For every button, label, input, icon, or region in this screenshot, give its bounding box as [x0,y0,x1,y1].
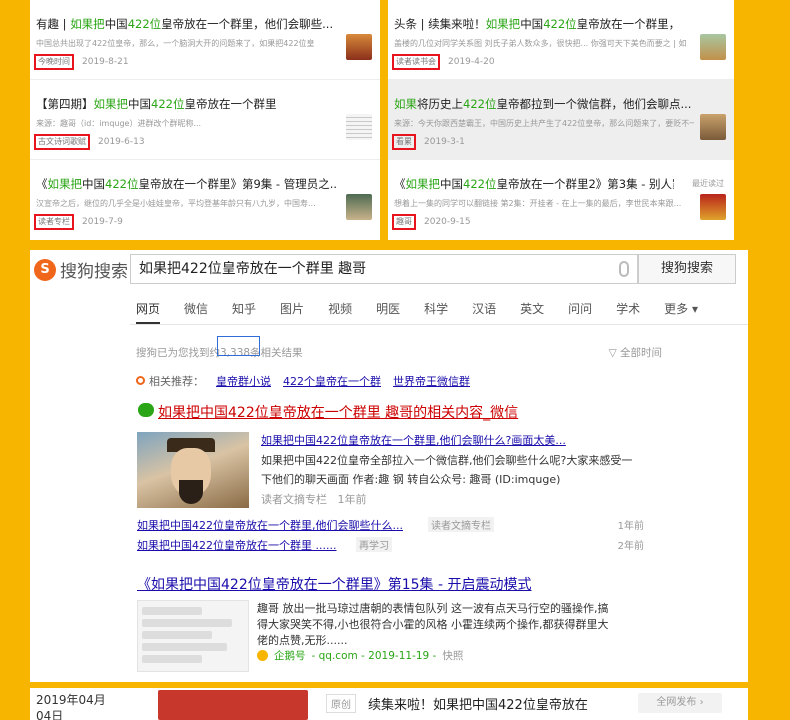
result-sub-title[interactable]: 如果把中国422位皇帝放在一个群里,他们会聊什么?画面太美... [261,432,566,448]
search-icon [136,376,145,385]
article-title[interactable]: 《如果把中国422位皇帝放在一个群里2》第3集 - 别人家... [394,176,674,192]
tab-chinese[interactable]: 汉语 [472,300,496,317]
sub-result-link[interactable]: 如果把中国422位皇帝放在一个群里,他们会聊些什么... [137,517,403,533]
article-desc: 中国总共出现了422位皇帝，那么，一个脑洞大开的问题来了，如果把422位皇 [36,39,315,48]
article-title[interactable]: 续集来啦！如果把中国422位皇帝放在 [368,694,588,713]
article-date: 2019-6-13 [98,137,145,147]
right-article-panel: 头条 | 续集来啦！如果把中国422位皇帝放在一个群里， 盖楼的几位对同学关系图… [388,0,734,240]
publish-button[interactable]: 全网发布 › [638,693,722,713]
result-footer: 企鹅号 - qq.com - 2019-11-19 - 快照 [257,648,463,663]
article-title[interactable]: 【第四期】如果把中国422位皇帝放在一个群里 [36,96,336,112]
result-snippet: 佬的点赞,无形...... [257,634,348,647]
tab-medical[interactable]: 明医 [376,300,400,317]
article-title[interactable]: 《如果把中国422位皇帝放在一个群里》第9集 - 管理员之... [36,176,336,192]
source-tag[interactable]: 趣哥 [392,214,416,230]
article-item[interactable]: 《如果把中国422位皇帝放在一个群里2》第3集 - 别人家... 最近读过 想着… [388,160,734,240]
source-tag[interactable]: 看累 [392,134,416,150]
tab-science[interactable]: 科学 [424,300,448,317]
article-date: 2019-7-9 [82,217,123,227]
article-thumbnail[interactable] [700,34,726,60]
highlight-box [217,336,260,356]
sub-result-source: 再学习 [356,537,392,552]
result-snippet: 趣哥 放出一批马琼过唐朝的表情包队列 这一波有点天马行空的骚操作,搞 [257,602,609,615]
tab-divider [130,324,748,325]
search-query: 如果把422位皇帝放在一个群里 趣哥 [139,261,367,277]
related-label: 相关推荐： [136,373,204,389]
search-button[interactable]: 搜狗搜索 [638,254,736,284]
bottom-article-strip: 2019年04月04日 原创 续集来啦！如果把中国422位皇帝放在 全网发布 › [30,688,748,720]
article-title[interactable]: 如果将历史上422位皇帝都拉到一个微信群，他们会聊点... [394,96,694,112]
result-meta: 读者文摘专栏 1年前 [261,493,367,506]
article-item[interactable]: 【第四期】如果把中国422位皇帝放在一个群里 来源：趣哥（id：imquge）进… [30,80,380,160]
result-source-name: 企鹅号 [274,650,306,662]
result-snippet: 下他们的聊天画面 作者:趣 钢 转自公众号: 趣哥 (ID:imquge) [261,473,561,486]
sogou-logo-text: 搜狗搜索 [60,262,128,282]
source-tag[interactable]: 今晚时间 [34,54,74,70]
article-thumbnail[interactable] [346,194,372,220]
related-searches: 相关推荐： 皇帝群小说 422个皇帝在一个群 世界帝王微信群 [136,373,470,389]
tab-wenwen[interactable]: 问问 [568,300,592,317]
article-desc: 汉宣帝之后，继位的几乎全是小娃娃皇帝，平均登基年龄只有八九岁，中国寿... [36,199,316,208]
microphone-icon[interactable] [619,261,629,277]
tab-english[interactable]: 英文 [520,300,544,317]
wechat-icon [138,403,154,417]
article-thumbnail[interactable] [346,114,372,140]
article-desc: 来源：今天你跟西楚霸王，中国历史上共产生了422位皇帝，那么问题来了，要贬不一.… [394,119,694,128]
article-item[interactable]: 头条 | 续集来啦！如果把中国422位皇帝放在一个群里， 盖楼的几位对同学关系图… [388,0,734,80]
article-item[interactable]: 有趣 | 如果把中国422位皇帝放在一个群里，他们会聊些... 中国总共出现了4… [30,0,380,80]
related-link[interactable]: 422个皇帝在一个群 [283,373,381,389]
article-date: 2020-9-15 [424,217,471,227]
source-tag[interactable]: 读者读书会 [392,54,440,70]
result-title-wechat[interactable]: 如果把中国422位皇帝放在一个群里 趣哥的相关内容_微信 [158,402,518,422]
result-source-info: - qq.com - 2019-11-19 - [311,649,437,662]
tab-academic[interactable]: 学术 [616,300,640,317]
article-thumbnail[interactable] [346,34,372,60]
time-filter[interactable]: ▽ 全部时间 [609,345,662,360]
article-date: 2019-3-1 [424,137,465,147]
article-item[interactable]: 如果将历史上422位皇帝都拉到一个微信群，他们会聊点... 来源：今天你跟西楚霸… [388,80,734,160]
recently-read-tag: 最近读过 [692,179,724,188]
article-desc: 想着上一集的同学可以翻链接 第2集：开挂者 - 在上一集的最后，李世民本来跟..… [394,199,682,208]
emperor-portrait-image[interactable] [137,432,249,508]
original-badge: 原创 [326,694,356,713]
sub-result-age: 1年前 [617,521,644,532]
left-article-panel: 有趣 | 如果把中国422位皇帝放在一个群里，他们会聊些... 中国总共出现了4… [30,0,380,240]
article-thumbnail[interactable] [158,690,308,720]
sogou-logo[interactable]: S 搜狗搜索 [34,257,128,282]
sogou-search-page: S 搜狗搜索 如果把422位皇帝放在一个群里 趣哥 搜狗搜索 网页 微信 知乎 … [30,250,748,682]
tab-web[interactable]: 网页 [136,300,160,317]
tab-weixin[interactable]: 微信 [184,300,208,317]
article-date: 2019年04月04日 [36,693,106,720]
article-title[interactable]: 头条 | 续集来啦！如果把中国422位皇帝放在一个群里， [394,16,694,32]
active-tab-indicator [136,322,160,324]
article-item[interactable]: 《如果把中国422位皇帝放在一个群里》第9集 - 管理员之... 汉宣帝之后，继… [30,160,380,240]
article-date: 2019-8-21 [82,57,129,67]
tab-video[interactable]: 视频 [328,300,352,317]
tab-more[interactable]: 更多 ▾ [664,300,698,317]
sub-result-age: 2年前 [617,541,644,552]
result-title[interactable]: 《如果把中国422位皇帝放在一个群里》第15集 - 开启震动模式 [137,574,532,594]
search-tabs: 网页 微信 知乎 图片 视频 明医 科学 汉语 英文 问问 学术 更多 ▾ [136,300,722,317]
source-tag[interactable]: 古文诗词歌赋 [34,134,90,150]
article-thumbnail[interactable] [700,194,726,220]
penguin-icon [257,650,268,661]
result-snippet: 得大家哭笑不得,小也很符合小霍的风格 小霍连续两个操作,都获得群里大 [257,618,609,631]
result-snippet: 如果把中国422位皇帝全部拉入一个微信群,他们会聊些什么呢?大家来感受一 [261,454,633,467]
article-desc: 来源：趣哥（id：imquge）进群改个群昵称... [36,119,202,128]
chat-screenshot-image[interactable] [137,600,249,672]
sogou-logo-icon: S [34,258,56,281]
related-link[interactable]: 世界帝王微信群 [393,373,470,389]
sub-result-link[interactable]: 如果把中国422位皇帝放在一个群里 ...... [137,537,336,553]
article-desc: 盖楼的几位对同学关系图 刘氏子弟人数众多，很快把... 你强可天下美色而要之 |… [394,39,687,48]
related-link[interactable]: 皇帝群小说 [216,373,271,389]
article-date: 2019-4-20 [448,57,495,67]
snapshot-link[interactable]: 快照 [442,648,463,663]
article-title[interactable]: 有趣 | 如果把中国422位皇帝放在一个群里，他们会聊些... [36,16,336,32]
tab-images[interactable]: 图片 [280,300,304,317]
article-thumbnail[interactable] [700,114,726,140]
search-input[interactable]: 如果把422位皇帝放在一个群里 趣哥 [130,254,638,284]
sub-result-source: 读者文摘专栏 [428,517,494,532]
tab-zhihu[interactable]: 知乎 [232,300,256,317]
source-tag[interactable]: 读者专栏 [34,214,74,230]
